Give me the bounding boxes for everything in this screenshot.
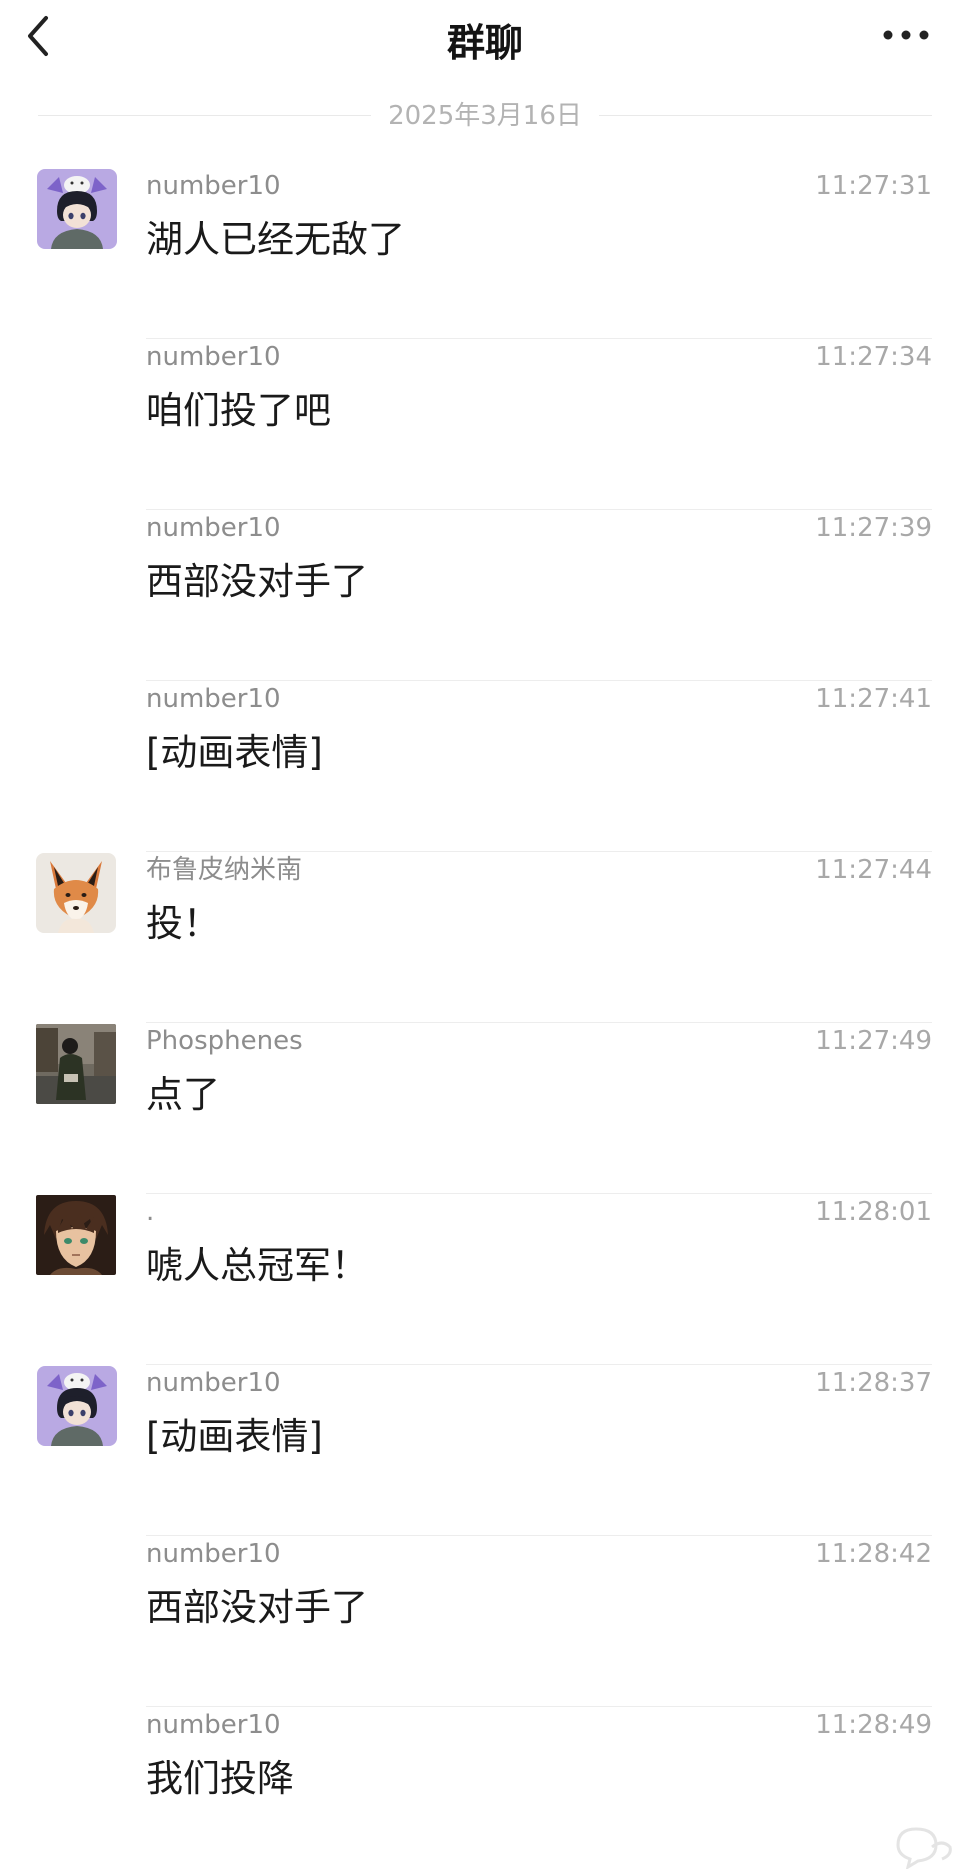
- top-bar: 群聊: [0, 0, 970, 72]
- more-button[interactable]: [876, 14, 936, 54]
- message-time: 11:27:41: [815, 684, 932, 714]
- message-time: 11:27:39: [815, 513, 932, 543]
- message-time: 11:28:01: [815, 1197, 932, 1227]
- date-label: 2025年3月16日: [388, 101, 582, 131]
- message-time: 11:27:31: [815, 171, 932, 201]
- message-row[interactable]: number10 11:27:41 [动画表情]: [0, 681, 970, 852]
- message-text[interactable]: [动画表情]: [146, 1411, 323, 1463]
- message-text[interactable]: 西部没对手了: [146, 1582, 368, 1634]
- message-row[interactable]: number10 11:27:31 湖人已经无敌了: [0, 168, 970, 339]
- watermark-logo-icon: [892, 1821, 956, 1871]
- anime-boy-cat-avatar-icon: [37, 169, 117, 249]
- message-text[interactable]: 西部没对手了: [146, 556, 368, 608]
- avatar[interactable]: [36, 853, 116, 933]
- message-row[interactable]: number10 11:28:49 我们投降: [0, 1707, 970, 1871]
- message-text[interactable]: 唬人总冠军！: [146, 1240, 368, 1292]
- avatar[interactable]: [37, 169, 117, 249]
- message-text[interactable]: 咱们投了吧: [146, 385, 331, 437]
- sender-name[interactable]: 布鲁皮纳米南: [146, 852, 302, 888]
- fox-avatar-icon: [36, 853, 116, 933]
- street-photo-avatar-icon: [36, 1024, 116, 1104]
- page-title: 群聊: [446, 21, 523, 65]
- message-row[interactable]: number10 11:27:39 西部没对手了: [0, 510, 970, 681]
- more-horizontal-icon: [883, 30, 929, 40]
- message-row[interactable]: number10 11:27:34 咱们投了吧: [0, 339, 970, 510]
- sender-name[interactable]: number10: [146, 1536, 281, 1572]
- message-time: 11:28:42: [815, 1539, 932, 1569]
- message-text[interactable]: 湖人已经无敌了: [146, 214, 405, 266]
- sender-name[interactable]: number10: [146, 681, 281, 717]
- message-row[interactable]: . 11:28:01 唬人总冠军！: [0, 1194, 970, 1365]
- message-time: 11:27:44: [815, 855, 932, 885]
- sender-name[interactable]: number10: [146, 168, 281, 204]
- sender-name[interactable]: Phosphenes: [146, 1023, 303, 1059]
- message-text[interactable]: 投！: [146, 898, 220, 950]
- avatar[interactable]: [37, 1366, 117, 1446]
- sender-name[interactable]: number10: [146, 1365, 281, 1401]
- sender-name[interactable]: number10: [146, 339, 281, 375]
- message-row[interactable]: 布鲁皮纳米南 11:27:44 投！: [0, 852, 970, 1023]
- sender-name[interactable]: number10: [146, 1707, 281, 1743]
- message-row[interactable]: number10 11:28:42 西部没对手了: [0, 1536, 970, 1707]
- message-time: 11:27:49: [815, 1026, 932, 1056]
- message-time: 11:27:34: [815, 342, 932, 372]
- avatar[interactable]: [36, 1024, 116, 1104]
- message-text[interactable]: 点了: [146, 1069, 220, 1121]
- sender-name[interactable]: .: [146, 1194, 154, 1230]
- sender-name[interactable]: number10: [146, 510, 281, 546]
- avatar[interactable]: [36, 1195, 116, 1275]
- message-text[interactable]: [动画表情]: [146, 727, 323, 779]
- anime-boy-cat-avatar-icon: [37, 1366, 117, 1446]
- message-row[interactable]: number10 11:28:37 [动画表情]: [0, 1365, 970, 1536]
- message-text[interactable]: 我们投降: [146, 1753, 294, 1805]
- anime-character-avatar-icon: [36, 1195, 116, 1275]
- date-separator: 2025年3月16日: [38, 96, 932, 136]
- message-time: 11:28:49: [815, 1710, 932, 1740]
- message-time: 11:28:37: [815, 1368, 932, 1398]
- message-row[interactable]: Phosphenes 11:27:49 点了: [0, 1023, 970, 1194]
